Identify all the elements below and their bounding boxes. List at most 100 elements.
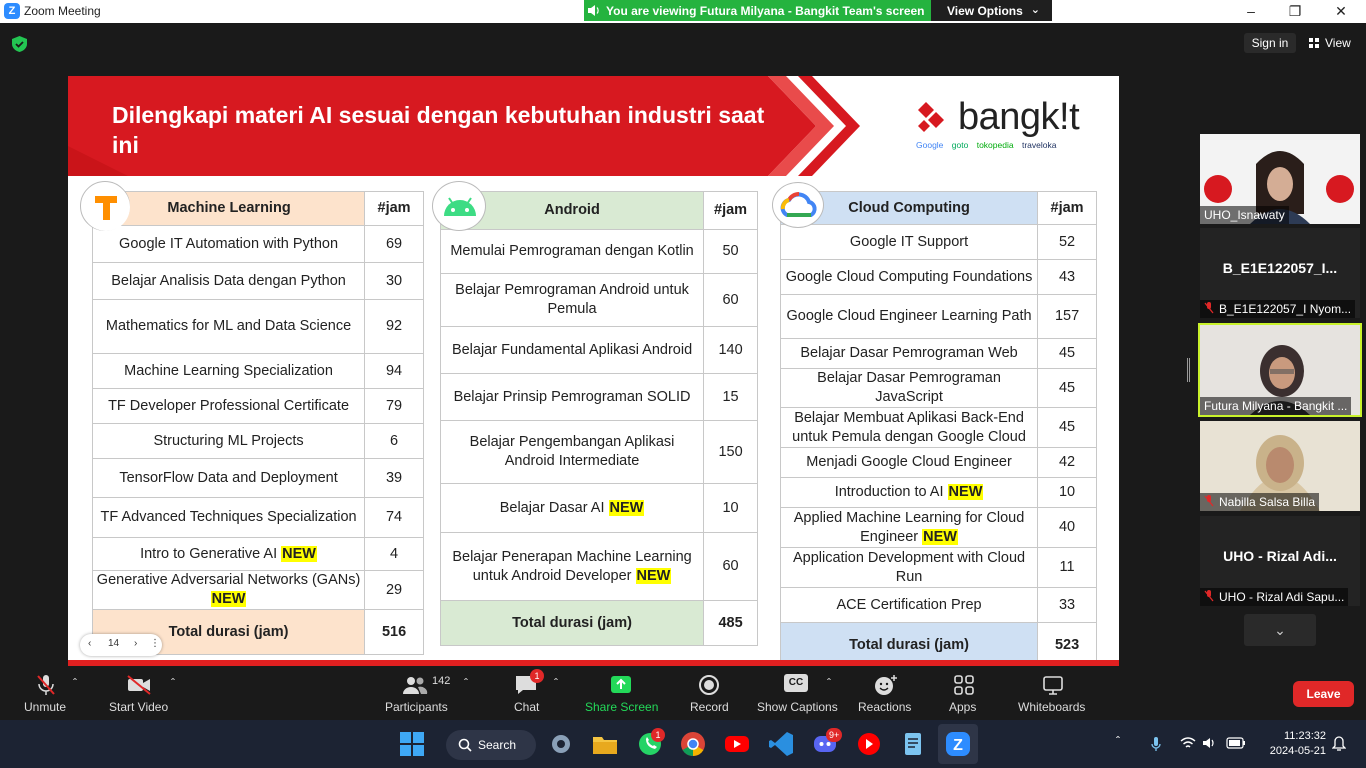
scroll-participants-down-button[interactable]: ⌄ (1244, 614, 1316, 646)
show-captions-button[interactable]: CC Show Captions (755, 666, 839, 720)
course-name: Structuring ML Projects (153, 432, 304, 449)
battery-icon[interactable] (1226, 737, 1246, 749)
leave-button[interactable]: Leave (1293, 681, 1354, 707)
file-explorer-icon[interactable] (591, 730, 619, 758)
course-name: TensorFlow Data and Deployment (119, 469, 338, 486)
table-row: Mathematics for ML and Data Science 92 (91, 299, 424, 354)
close-button[interactable]: ✕ (1326, 2, 1356, 20)
video-options-caret-icon[interactable]: ˆ (171, 676, 175, 690)
participant-display-name: UHO - Rizal Adi... (1223, 548, 1337, 564)
youtube-music-icon[interactable] (855, 730, 883, 758)
previous-slide-icon[interactable]: ‹ (88, 638, 91, 649)
course-name: Belajar Analisis Data dengan Python (111, 272, 346, 289)
vscode-icon[interactable] (767, 730, 795, 758)
ml-course-table: Machine Learning #jam Google IT Automation… (91, 191, 424, 655)
apps-button[interactable]: Apps (944, 666, 984, 720)
participant-tile[interactable]: UHO_Isnawaty (1200, 134, 1360, 224)
course-hours: 33 (1037, 587, 1097, 623)
reactions-button[interactable]: Reactions (856, 666, 914, 720)
taskbar-search-box[interactable]: Search (446, 730, 536, 760)
bangkit-mark-icon (918, 102, 944, 132)
course-name: Belajar Dasar Pemrograman Web (800, 345, 1018, 361)
participant-tile[interactable]: UHO - Rizal Adi... UHO - Rizal Adi Sapu.… (1200, 516, 1360, 606)
table-row: Intro to Generative AI NEW 4 (91, 537, 424, 571)
start-video-button[interactable]: Start Video (104, 666, 174, 720)
course-hours: 50 (703, 229, 758, 274)
maximize-button[interactable]: ❐ (1280, 2, 1310, 20)
course-name-cell: ACE Certification Prep (779, 587, 1039, 623)
encryption-shield-icon[interactable] (12, 36, 27, 52)
slide-navigator[interactable]: ‹ 14 › ⋮ (80, 634, 162, 656)
course-name-cell: Google IT Automation with Python (91, 225, 366, 263)
partner-logos: Google goto tokopedia traveloka (916, 140, 1062, 150)
sign-in-button[interactable]: Sign in (1244, 33, 1296, 53)
share-screen-button[interactable]: Share Screen (583, 666, 659, 720)
table-row: Generative Adversarial Networks (GANs) N… (91, 570, 424, 610)
course-hours: 69 (364, 225, 424, 263)
table-row: TF Developer Professional Certificate 79 (91, 388, 424, 424)
participants-button[interactable]: 142 Participants (382, 666, 452, 720)
slide-page-number: 14 (108, 638, 120, 649)
course-hours: 10 (703, 483, 758, 533)
whiteboards-button[interactable]: Whiteboards (1016, 666, 1090, 720)
record-button[interactable]: Record (686, 666, 732, 720)
minimize-button[interactable]: – (1236, 2, 1266, 20)
active-speaker-tile[interactable]: Futura Milyana - Bangkit ... (1198, 323, 1362, 417)
youtube-icon[interactable] (723, 730, 751, 758)
panel-resize-handle[interactable] (1187, 358, 1190, 382)
notepad-icon[interactable] (899, 730, 927, 758)
course-hours: 157 (1037, 294, 1097, 339)
course-hours: 94 (364, 353, 424, 389)
notification-bell-icon[interactable] (1332, 736, 1346, 752)
course-hours: 10 (1037, 477, 1097, 508)
course-name-cell: Google Cloud Computing Foundations (779, 259, 1039, 295)
chevron-up-icon[interactable]: ˆ (1116, 734, 1120, 748)
android-course-table: Android #jam Memulai Pemrograman dengan Ko… (439, 191, 758, 646)
column-title: Machine Learning (91, 191, 366, 226)
captions-icon: CC (784, 674, 808, 692)
partner-tokopedia: tokopedia (976, 140, 1014, 150)
course-name-cell: Introduction to AI NEW (779, 477, 1039, 508)
system-clock[interactable]: 11:23:32 2024-05-21 (1258, 729, 1326, 759)
total-hours: 516 (364, 609, 424, 655)
wifi-icon[interactable] (1180, 736, 1196, 750)
volume-icon[interactable] (1202, 737, 1216, 749)
view-options-button[interactable]: View Options ⌄ (931, 0, 1052, 21)
zoom-app-icon[interactable]: Z (944, 730, 972, 758)
course-name-cell: Belajar Dasar AI NEW (439, 483, 705, 533)
course-name: Menjadi Google Cloud Engineer (806, 454, 1012, 470)
next-slide-icon[interactable]: › (134, 638, 137, 649)
course-name-cell: Mathematics for ML and Data Science (91, 299, 366, 354)
total-label: Total durasi (jam) (439, 600, 705, 646)
view-options-label: View Options (947, 4, 1023, 18)
course-name-cell: Belajar Prinsip Pemrograman SOLID (439, 373, 705, 421)
windows-start-icon[interactable] (398, 730, 426, 758)
whatsapp-badge: 1 (651, 728, 665, 742)
course-name-cell: Belajar Pengembangan Aplikasi Android In… (439, 420, 705, 484)
chat-options-caret-icon[interactable]: ˆ (554, 676, 558, 690)
table-row: Belajar Dasar AI NEW 10 (439, 483, 758, 533)
view-button[interactable]: View (1305, 33, 1361, 53)
chrome-icon[interactable] (679, 730, 707, 758)
sharing-banner-text: You are viewing Futura Milyana - Bangkit… (606, 4, 925, 18)
participant-tile[interactable]: B_E1E122057_I... B_E1E122057_I Nyom... (1200, 228, 1360, 318)
microphone-icon[interactable] (1150, 736, 1162, 752)
participant-tile[interactable]: Nabilla Salsa Billa (1200, 421, 1360, 511)
unmute-button[interactable]: Unmute (20, 666, 72, 720)
table-row: Belajar Prinsip Pemrograman SOLID 15 (439, 373, 758, 421)
course-name: Intro to Generative AI (140, 545, 278, 562)
share-screen-label: Share Screen (585, 700, 659, 714)
course-name: Generative Adversarial Networks (GANs) (96, 572, 361, 588)
chat-button[interactable]: 1 Chat (508, 666, 544, 720)
course-name-cell: Belajar Pemrograman Android untuk Pemula (439, 273, 705, 327)
participants-options-caret-icon[interactable]: ˆ (464, 676, 468, 690)
partner-traveloka: traveloka (1021, 140, 1057, 150)
settings-gear-icon[interactable] (547, 730, 575, 758)
tensorflow-icon (80, 181, 130, 231)
captions-options-caret-icon[interactable]: ˆ (827, 676, 831, 690)
new-badge: NEW (947, 484, 984, 500)
more-options-icon[interactable]: ⋮ (150, 638, 160, 649)
audio-options-caret-icon[interactable]: ˆ (73, 676, 77, 690)
course-name: Google IT Support (849, 233, 969, 250)
partner-goto: goto (951, 140, 969, 150)
